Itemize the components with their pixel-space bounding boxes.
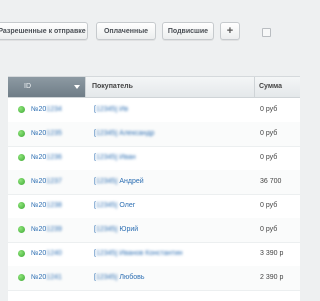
table-row[interactable]: №201238 [12345] Олег 0 руб xyxy=(8,194,300,219)
order-id-link[interactable]: №201237 xyxy=(31,178,62,185)
order-id-link[interactable]: №201239 xyxy=(31,226,62,233)
filter-paid-button[interactable]: Оплаченные xyxy=(96,22,156,40)
order-amount: 36 700 xyxy=(260,178,282,185)
toolbar: Разрешенные к отправке Оплаченные Подвис… xyxy=(0,0,300,62)
order-id-link[interactable]: №201240 xyxy=(31,250,62,257)
status-paid-icon xyxy=(18,154,25,161)
buyer-link[interactable]: [12345] Иван xyxy=(94,154,138,161)
filter-allowed-to-ship-button[interactable]: Разрешенные к отправке xyxy=(0,22,88,40)
order-id-link[interactable]: №201234 xyxy=(31,106,62,113)
order-id-link[interactable]: №201235 xyxy=(31,130,62,137)
table-row[interactable]: №201234 [12345] Ив 0 руб xyxy=(8,98,300,123)
buyer-link[interactable]: [12345] Иванов Константин xyxy=(94,250,185,257)
orders-table: ID Покупатель Сумма №201234 [12345] Ив 0 р… xyxy=(8,76,300,301)
order-id-link[interactable]: №201238 xyxy=(31,202,62,209)
column-header-buyer[interactable]: Покупатель xyxy=(92,83,133,90)
order-amount: 0 руб xyxy=(260,154,278,161)
buyer-link[interactable]: [12345] Андрей xyxy=(94,178,144,185)
order-amount: 0 руб xyxy=(260,226,278,233)
order-amount: 0 руб xyxy=(260,130,278,137)
status-paid-icon xyxy=(18,226,25,233)
checkbox-icon[interactable] xyxy=(262,28,271,37)
order-amount: 3 390 р xyxy=(260,250,284,257)
filter-stuck-button[interactable]: Подвисшие xyxy=(162,22,214,40)
buyer-link[interactable]: [12345] Александр xyxy=(94,130,156,137)
table-row[interactable]: №201236 [12345] Иван 0 руб xyxy=(8,146,300,171)
status-paid-icon xyxy=(18,106,25,113)
table-row[interactable]: №201237 [12345] Андрей 36 700 xyxy=(8,170,300,195)
status-paid-icon xyxy=(18,250,25,257)
table-row[interactable]: №201239 [12345] Юрий 0 руб xyxy=(8,218,300,243)
table-row[interactable]: №201235 [12345] Александр 0 руб xyxy=(8,122,300,147)
order-amount: 0 руб xyxy=(260,202,278,209)
column-divider xyxy=(254,77,255,97)
buyer-link[interactable]: [12345] Ив xyxy=(94,106,130,113)
buyer-link[interactable]: [12345] Любовь xyxy=(94,274,145,281)
order-amount: 0 руб xyxy=(260,106,278,113)
column-id-label: ID xyxy=(24,83,31,90)
column-divider xyxy=(85,77,86,97)
order-id-link[interactable]: №201241 xyxy=(31,274,62,281)
buyer-link[interactable]: [12345] Олег xyxy=(94,202,135,209)
buyer-link[interactable]: [12345] Юрий xyxy=(94,226,138,233)
sort-desc-icon[interactable] xyxy=(74,85,80,89)
status-paid-icon xyxy=(18,274,25,281)
table-row[interactable]: №201241 [12345] Любовь 2 390 р xyxy=(8,266,300,291)
column-header-id[interactable]: ID xyxy=(8,77,85,97)
status-paid-icon xyxy=(18,130,25,137)
status-paid-icon xyxy=(18,202,25,209)
table-row[interactable]: №201240 [12345] Иванов Константин 3 390 р xyxy=(8,242,300,267)
status-paid-icon xyxy=(18,178,25,185)
order-amount: 2 390 р xyxy=(260,274,284,281)
column-header-amount[interactable]: Сумма xyxy=(259,83,282,90)
table-header: ID Покупатель Сумма xyxy=(8,77,300,98)
add-filter-button[interactable]: + xyxy=(220,22,240,40)
order-id-link[interactable]: №201236 xyxy=(31,154,62,161)
